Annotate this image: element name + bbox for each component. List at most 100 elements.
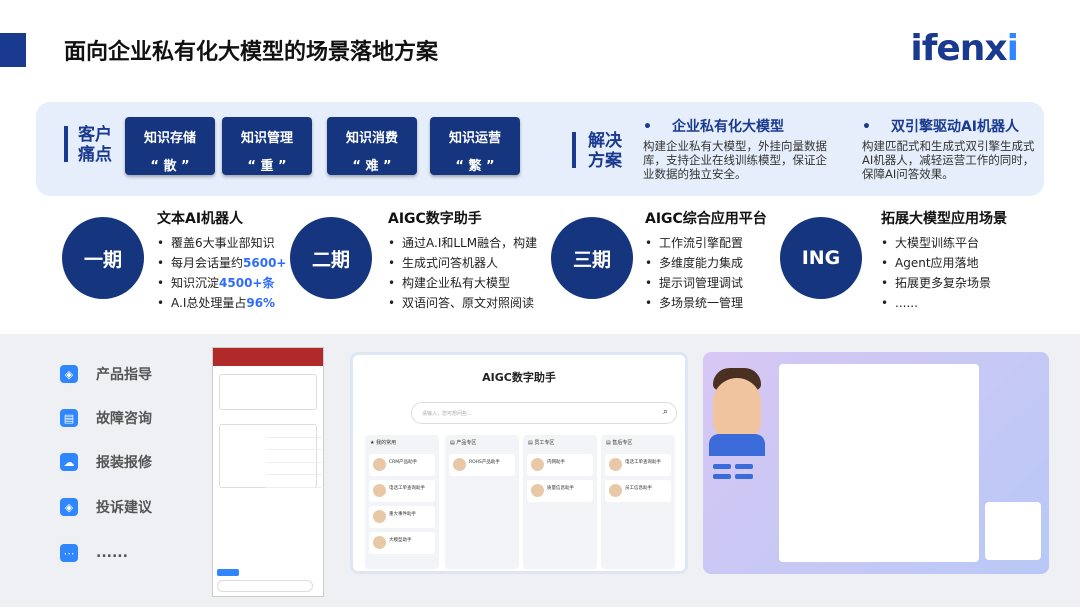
page-title: 面向企业私有化大模型的场景落地方案 <box>64 40 439 65</box>
pain-card-sub: “ 繁 ” <box>455 159 495 174</box>
ai-side-panel <box>985 502 1041 560</box>
pain-accent-bar <box>64 126 68 162</box>
logo-tail: i <box>1006 28 1019 69</box>
mobile-input[interactable] <box>217 580 313 592</box>
mobile-card-options <box>266 425 322 488</box>
pain-card-operation: 知识运营 “ 繁 ” <box>430 117 520 175</box>
bullet: • <box>643 119 652 135</box>
phase-item: 每月会话量约5600+ <box>157 253 286 273</box>
service-install-repair[interactable]: ☁ 报装报修 <box>60 452 152 472</box>
phase-3-details: AIGC综合应用平台 工作流引擎配置 多维度能力集成 提示词管理调试 多场景统一… <box>645 208 767 313</box>
search-placeholder: 请输入，您可想问些... <box>422 411 472 417</box>
phase-item: 知识沉淀4500+条 <box>157 273 286 293</box>
solution-desc: 构建企业私有大模型，外挂向量数据库，支持企业在线训练模型，保证企业数据的独立安全… <box>643 139 827 181</box>
service-fault-consult[interactable]: ▤ 故障咨询 <box>60 408 152 428</box>
mobile-card-illustration <box>226 431 260 483</box>
service-more[interactable]: ⋯...... <box>60 544 128 562</box>
phase-title: AIGC数字助手 <box>388 211 482 227</box>
phase-item: 工作流引擎配置 <box>645 233 767 253</box>
search-icon[interactable]: ⌕ <box>663 407 668 417</box>
avatar-tag <box>713 474 731 479</box>
avatar-body <box>709 434 765 456</box>
column-header: ▤ 员工专区 <box>528 440 555 446</box>
pain-card-sub: “ 重 ” <box>247 159 287 174</box>
cloud-icon: ☁ <box>60 453 78 471</box>
assistant-search-input[interactable]: 请输入，您可想问些... ⌕ <box>411 402 677 424</box>
phase-item: A.I总处理量占96% <box>157 293 286 313</box>
assistant-card[interactable]: ROHS产品助手 <box>449 454 515 476</box>
phase-2-details: AIGC数字助手 通过A.I和LLM融合，构建 生成式问答机器人 构建企业私有大… <box>388 208 537 313</box>
phase-item: 双语问答、原文对照阅读 <box>388 293 537 313</box>
phase-item: Agent应用落地 <box>881 253 1007 273</box>
phase-title: 文本AI机器人 <box>157 211 244 227</box>
phase-item: 大模型训练平台 <box>881 233 1007 253</box>
column-header: ▤ 产品专区 <box>450 440 477 446</box>
solution-tag: 解决 方案 <box>588 131 622 171</box>
phase-title: 拓展大模型应用场景 <box>881 211 1007 227</box>
phase-1-details: 文本AI机器人 覆盖6大事业部知识 每月会话量约5600+ 知识沉淀4500+条… <box>157 208 286 313</box>
service-complaint[interactable]: ◈ 投诉建议 <box>60 497 152 517</box>
shield-icon: ◈ <box>60 498 78 516</box>
phase-item: 覆盖6大事业部知识 <box>157 233 286 253</box>
mobile-quick-button[interactable] <box>217 569 239 576</box>
ai-avatar-screenshot <box>703 352 1049 574</box>
service-label: 故障咨询 <box>96 411 152 427</box>
pain-tag: 客户 痛点 <box>78 125 112 165</box>
pain-card-title: 知识管理 <box>240 131 293 146</box>
avatar <box>373 536 386 549</box>
assistant-card[interactable]: 电话工单查询助手 <box>369 480 435 502</box>
assistant-column: ▤ 产品专区 ROHS产品助手 <box>445 435 519 569</box>
message-icon: ▤ <box>60 409 78 427</box>
assistant-card[interactable]: 内网助手 <box>527 454 593 476</box>
phase-ing-circle: ING <box>780 217 862 299</box>
service-label: 投诉建议 <box>96 500 152 516</box>
avatar <box>609 458 622 471</box>
phase-item: 生成式问答机器人 <box>388 253 537 273</box>
assistant-card[interactable]: CRM产品助手 <box>369 454 435 476</box>
assistant-card[interactable]: 电话工单查询助手 <box>605 454 671 476</box>
logo-main: ifenx <box>910 28 1007 69</box>
phase-item: 构建企业私有大模型 <box>388 273 537 293</box>
guide-icon: ◈ <box>60 365 78 383</box>
service-label: 报装报修 <box>96 455 152 471</box>
pain-card-storage: 知识存储 “ 散 ” <box>125 117 215 175</box>
assistant-card[interactable]: 质量信息助手 <box>527 480 593 502</box>
aigc-assistant-screenshot: AIGC数字助手 请输入，您可想问些... ⌕ ★ 我的常用 CRM产品助手 电话… <box>350 352 688 574</box>
phase-title: AIGC综合应用平台 <box>645 211 767 227</box>
pain-tag-line2: 痛点 <box>78 145 112 165</box>
pain-card-sub: “ 难 ” <box>352 159 392 174</box>
mobile-message-bubble <box>219 374 317 410</box>
phase-item: 提示词管理调试 <box>645 273 767 293</box>
ifenxi-logo: ifenxi <box>910 28 1019 69</box>
pain-card-title: 知识存储 <box>143 131 196 146</box>
column-header: ▤ 售后专区 <box>606 440 633 446</box>
assistant-column: ▤ 售后专区 电话工单查询助手 员工信息助手 <box>601 435 675 569</box>
pain-card-title: 知识消费 <box>345 131 398 146</box>
phase-1-circle: 一期 <box>62 217 144 299</box>
avatar-tag <box>735 474 753 479</box>
assistant-card[interactable]: 员工信息助手 <box>605 480 671 502</box>
mobile-menu-card <box>219 424 322 488</box>
solution-desc: 构建匹配式和生成式双引擎生成式AI机器人，减轻运营工作的同时，保障AI问答效果。 <box>862 139 1035 181</box>
pain-card-title: 知识运营 <box>448 131 501 146</box>
assistant-column: ▤ 员工专区 内网助手 质量信息助手 <box>523 435 597 569</box>
phase-item: 多场景统一管理 <box>645 293 767 313</box>
assistant-card[interactable]: 重大事件助手 <box>369 506 435 528</box>
pain-card-consumption: 知识消费 “ 难 ” <box>327 117 417 175</box>
solution-title: 双引擎驱动AI机器人 <box>890 119 1019 135</box>
service-product-guide[interactable]: ◈ 产品指导 <box>60 364 152 384</box>
bullet: • <box>862 119 871 135</box>
solution-title: 企业私有化大模型 <box>671 119 784 135</box>
assistant-brand: AIGC数字助手 <box>482 371 556 384</box>
avatar-tag <box>735 464 753 469</box>
phase-3-circle: 三期 <box>551 217 633 299</box>
mobile-chat-screenshot <box>212 347 324 597</box>
assistant-card[interactable]: 大模型助手 <box>369 532 435 554</box>
phase-ing-details: 拓展大模型应用场景 大模型训练平台 Agent应用落地 拓展更多复杂场景 ...… <box>881 208 1007 313</box>
solution-private-llm: • 企业私有化大模型 构建企业私有大模型，外挂向量数据库，支持企业在线训练模型，保… <box>643 116 833 181</box>
avatar <box>373 510 386 523</box>
assistant-column: ★ 我的常用 CRM产品助手 电话工单查询助手 重大事件助手 大模型助手 <box>365 435 439 569</box>
phase-item: ...... <box>881 293 1007 313</box>
phase-item: 多维度能力集成 <box>645 253 767 273</box>
avatar <box>453 458 466 471</box>
